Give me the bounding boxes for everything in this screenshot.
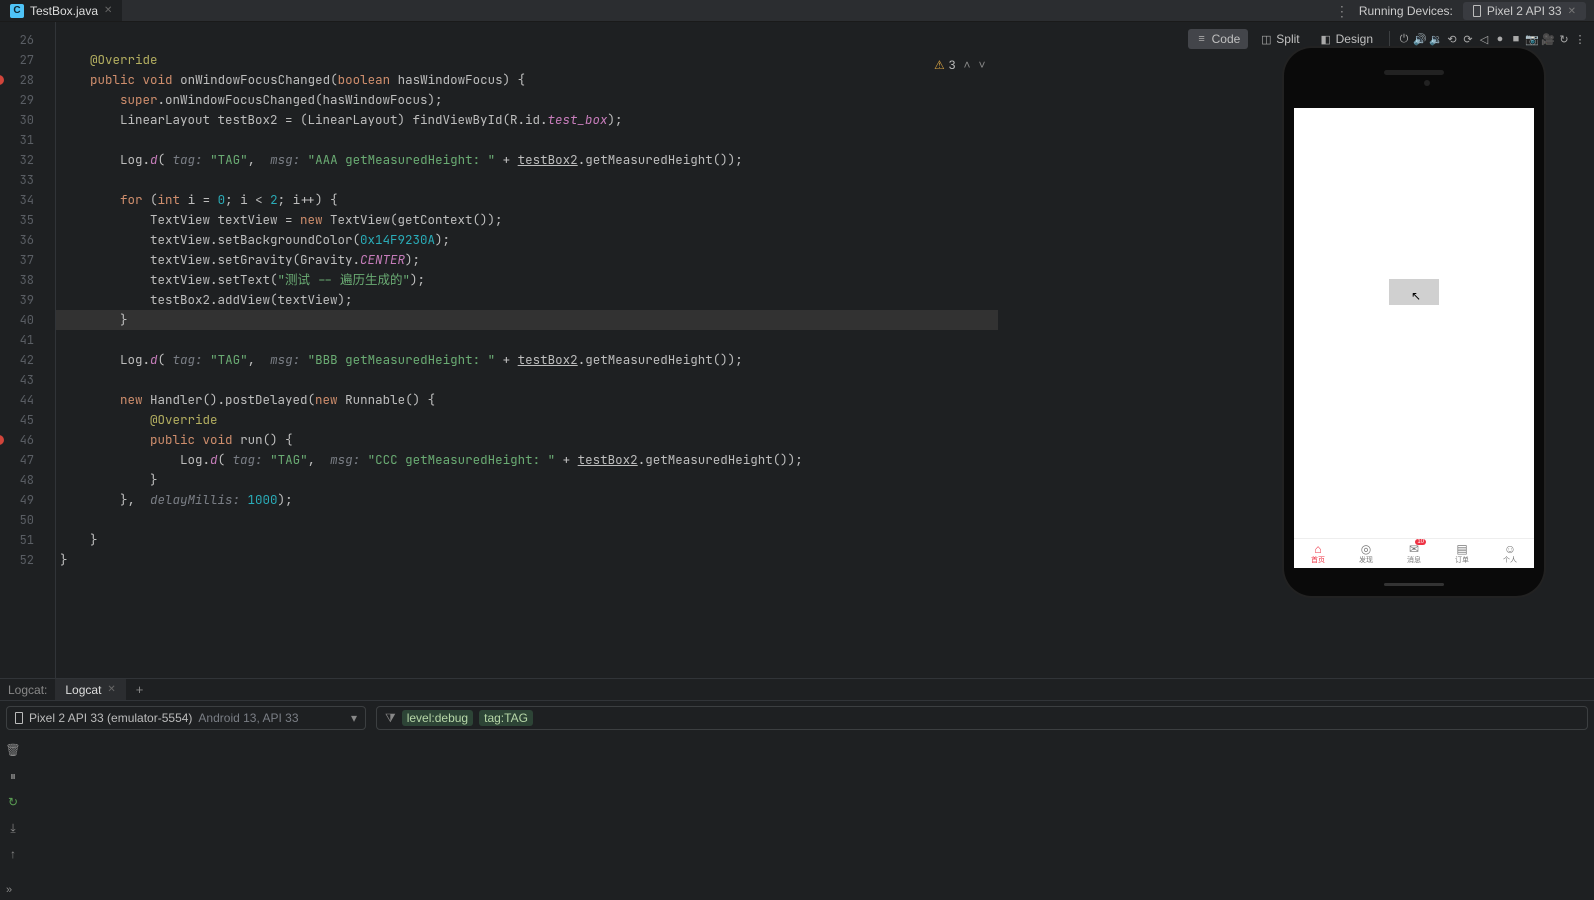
- device-chip[interactable]: Pixel 2 API 33 ✕: [1463, 2, 1586, 20]
- nav-msg[interactable]: 10✉消息: [1390, 539, 1438, 568]
- restart-log-icon[interactable]: ↻: [4, 793, 22, 811]
- logcat-tab-bar: Logcat: Logcat ✕ +: [0, 679, 1594, 701]
- record-icon[interactable]: 🎥: [1542, 33, 1554, 45]
- camera-icon: [1424, 80, 1430, 86]
- cursor-icon: ↖: [1411, 289, 1421, 303]
- pause-log-icon[interactable]: ⏸: [4, 767, 22, 785]
- logcat-device-sub: Android 13, API 33: [198, 711, 298, 725]
- home-icon[interactable]: ●: [1494, 33, 1506, 45]
- profile-nav-icon: ☺: [1504, 543, 1516, 555]
- phone-icon: [15, 712, 23, 724]
- logcat-filter-row: Pixel 2 API 33 (emulator-5554) Android 1…: [0, 701, 1594, 735]
- gesture-bar: [1384, 583, 1444, 586]
- code-area[interactable]: @Override public void onWindowFocusChang…: [56, 22, 998, 678]
- nav-discover[interactable]: ◎发现: [1342, 539, 1390, 568]
- speaker-icon: [1384, 70, 1444, 75]
- logcat-filter-input[interactable]: ⧩ level:debug tag:TAG: [376, 706, 1588, 730]
- emulator-view[interactable]: ↖ ⌂首页 ◎发现 10✉消息 ▤订单 ☺个人: [1284, 48, 1544, 596]
- device-chip-close[interactable]: ✕: [1568, 6, 1576, 17]
- clear-log-icon[interactable]: 🗑: [4, 741, 22, 759]
- close-logcat-tab-icon[interactable]: ✕: [107, 684, 115, 695]
- scroll-top-icon[interactable]: ↑: [4, 845, 22, 863]
- home-nav-icon: ⌂: [1314, 543, 1321, 555]
- rotate-left-icon[interactable]: ⟲: [1446, 33, 1458, 45]
- fold-strip: [42, 22, 56, 678]
- close-tab-icon[interactable]: ✕: [104, 5, 112, 16]
- discover-nav-icon: ◎: [1361, 543, 1371, 555]
- nav-home[interactable]: ⌂首页: [1294, 539, 1342, 568]
- nav-home-label: 首页: [1311, 555, 1325, 565]
- logcat-tab-title: Logcat: [65, 683, 101, 697]
- nav-order[interactable]: ▤订单: [1438, 539, 1486, 568]
- layout-code-label: Code: [1212, 32, 1241, 46]
- add-logcat-tab-icon[interactable]: +: [126, 682, 154, 697]
- phone-screen[interactable]: ↖ ⌂首页 ◎发现 10✉消息 ▤订单 ☺个人: [1294, 108, 1534, 568]
- logcat-device-select[interactable]: Pixel 2 API 33 (emulator-5554) Android 1…: [6, 706, 366, 730]
- tool-window-expand-icon[interactable]: »: [6, 884, 12, 896]
- filter-icon: ⧩: [385, 711, 396, 726]
- logcat-side-toolbar: 🗑 ⏸ ↻ ⤓ ↑: [0, 735, 26, 900]
- rotate-right-icon[interactable]: ⟳: [1462, 33, 1474, 45]
- logcat-panel: Logcat: Logcat ✕ + Pixel 2 API 33 (emula…: [0, 678, 1594, 900]
- filter-chip-tag[interactable]: tag:TAG: [479, 710, 533, 726]
- code-icon: ≡: [1196, 33, 1208, 45]
- phone-frame: ↖ ⌂首页 ◎发现 10✉消息 ▤订单 ☺个人: [1284, 48, 1544, 596]
- more-icon[interactable]: ⋮: [1335, 3, 1349, 20]
- line-gutter: 2627282930313233343536373839404142434445…: [0, 22, 42, 678]
- layout-split-tab[interactable]: ◫ Split: [1252, 29, 1307, 49]
- top-right-status: ⋮ Running Devices: Pixel 2 API 33 ✕: [1335, 0, 1586, 22]
- refresh-icon[interactable]: ↻: [1558, 33, 1570, 45]
- design-icon: ◧: [1320, 33, 1332, 45]
- layout-code-tab[interactable]: ≡ Code: [1188, 29, 1249, 49]
- volume-up-icon[interactable]: 🔊: [1414, 33, 1426, 45]
- screenshot-icon[interactable]: 📷: [1526, 33, 1538, 45]
- order-nav-icon: ▤: [1456, 543, 1467, 555]
- nav-order-label: 订单: [1455, 555, 1469, 565]
- power-icon[interactable]: ⏻: [1398, 33, 1410, 45]
- java-file-icon: C: [10, 4, 24, 18]
- nav-msg-label: 消息: [1407, 555, 1421, 565]
- file-tab-label: TestBox.java: [30, 4, 98, 18]
- logcat-output[interactable]: [26, 735, 1594, 900]
- overview-icon[interactable]: ■: [1510, 33, 1522, 45]
- nav-profile-label: 个人: [1503, 555, 1517, 565]
- device-chip-label: Pixel 2 API 33: [1487, 4, 1562, 18]
- running-devices-label: Running Devices:: [1359, 4, 1453, 18]
- layout-split-label: Split: [1276, 32, 1299, 46]
- logcat-tab[interactable]: Logcat ✕: [55, 679, 125, 700]
- split-icon: ◫: [1260, 33, 1272, 45]
- phone-icon: [1473, 5, 1481, 17]
- back-icon[interactable]: ◁: [1478, 33, 1490, 45]
- nav-profile[interactable]: ☺个人: [1486, 539, 1534, 568]
- scroll-end-icon[interactable]: ⤓: [4, 819, 22, 837]
- volume-down-icon[interactable]: 🔉: [1430, 33, 1442, 45]
- logcat-device-name: Pixel 2 API 33 (emulator-5554): [29, 711, 192, 725]
- layout-design-label: Design: [1336, 32, 1373, 46]
- file-tab-testbox[interactable]: C TestBox.java ✕: [0, 0, 122, 21]
- filter-chip-level[interactable]: level:debug: [402, 710, 473, 726]
- code-editor[interactable]: 2627282930313233343536373839404142434445…: [0, 22, 998, 678]
- logcat-label: Logcat:: [0, 683, 55, 697]
- nav-discover-label: 发现: [1359, 555, 1373, 565]
- kebab-icon[interactable]: ⋮: [1574, 33, 1586, 45]
- layout-design-tab[interactable]: ◧ Design: [1312, 29, 1381, 49]
- app-bottom-nav: ⌂首页 ◎发现 10✉消息 ▤订单 ☺个人: [1294, 538, 1534, 568]
- dropdown-icon: ▾: [351, 711, 357, 725]
- msg-badge: 10: [1415, 539, 1426, 545]
